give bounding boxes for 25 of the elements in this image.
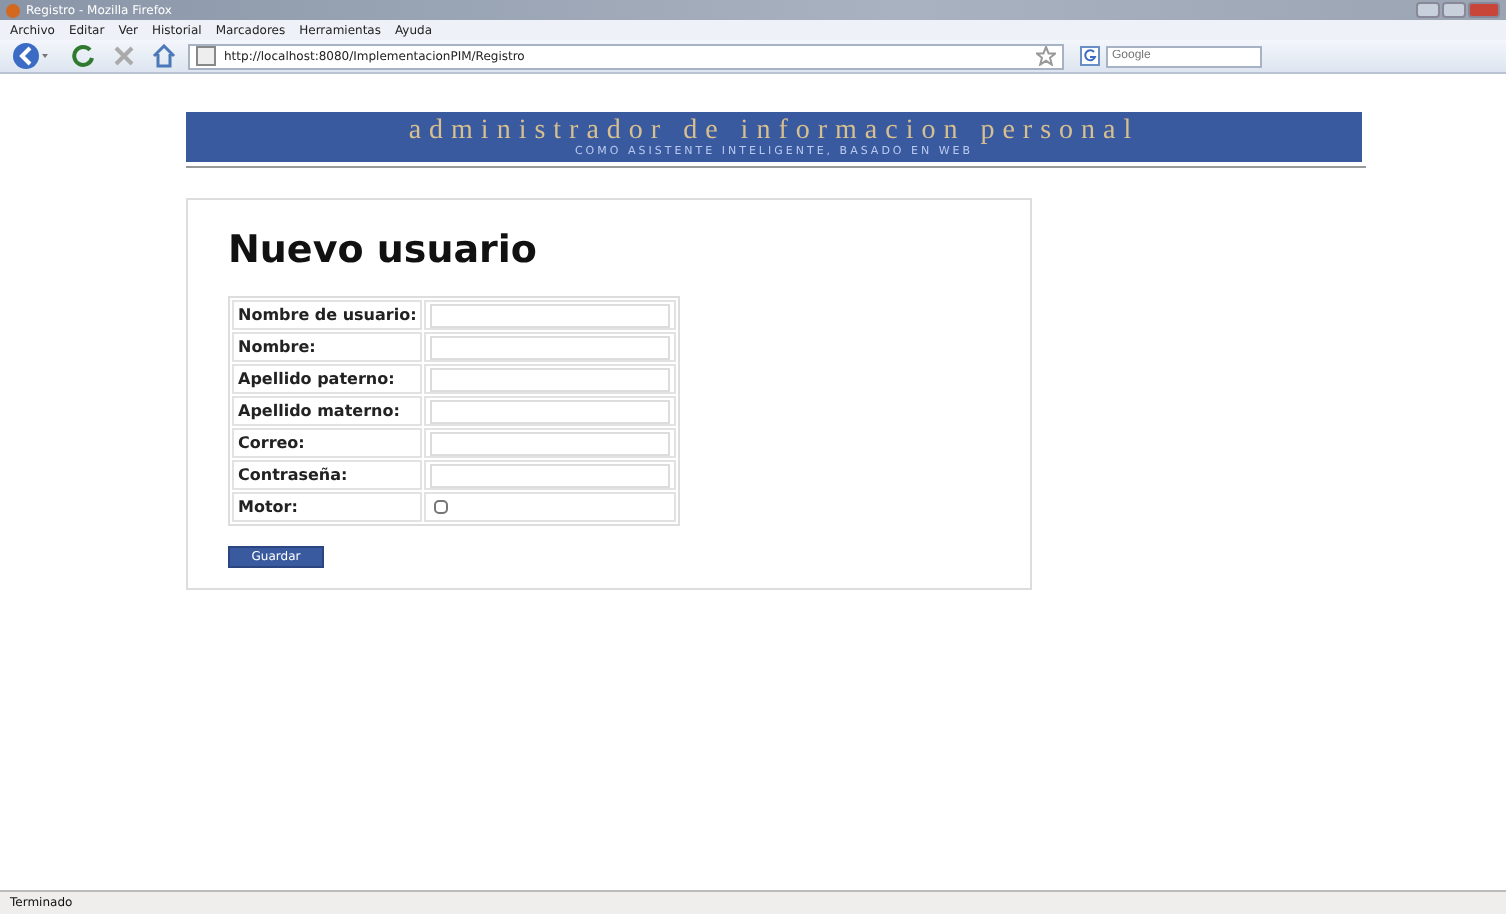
stop-icon[interactable] [112, 44, 136, 68]
field-label: Contraseña: [232, 460, 423, 490]
text-field[interactable] [430, 335, 671, 359]
maximize-button[interactable] [1442, 2, 1466, 18]
checkbox[interactable] [434, 500, 449, 514]
text-field[interactable] [430, 303, 671, 327]
reload-icon[interactable] [72, 44, 96, 68]
text-field[interactable] [430, 463, 671, 487]
field-label: Apellido paterno: [232, 364, 423, 394]
home-icon[interactable] [152, 44, 176, 68]
field-label: Apellido materno: [232, 396, 423, 426]
page-icon [196, 46, 216, 66]
minimize-button[interactable] [1416, 2, 1440, 18]
google-icon[interactable] [1080, 46, 1100, 66]
field-label: Motor: [232, 492, 423, 522]
field-label: Nombre: [232, 332, 423, 362]
text-field[interactable] [430, 399, 671, 423]
field-label: Nombre de usuario: [232, 300, 423, 330]
star-icon[interactable] [1036, 46, 1056, 66]
close-button[interactable] [1468, 2, 1500, 18]
form-heading: Nuevo usuario [228, 228, 537, 272]
site-title: administrador de informacion personal [408, 115, 1140, 145]
field-label: Correo: [232, 428, 423, 458]
text-field[interactable] [430, 367, 671, 391]
text-field[interactable] [430, 431, 671, 455]
